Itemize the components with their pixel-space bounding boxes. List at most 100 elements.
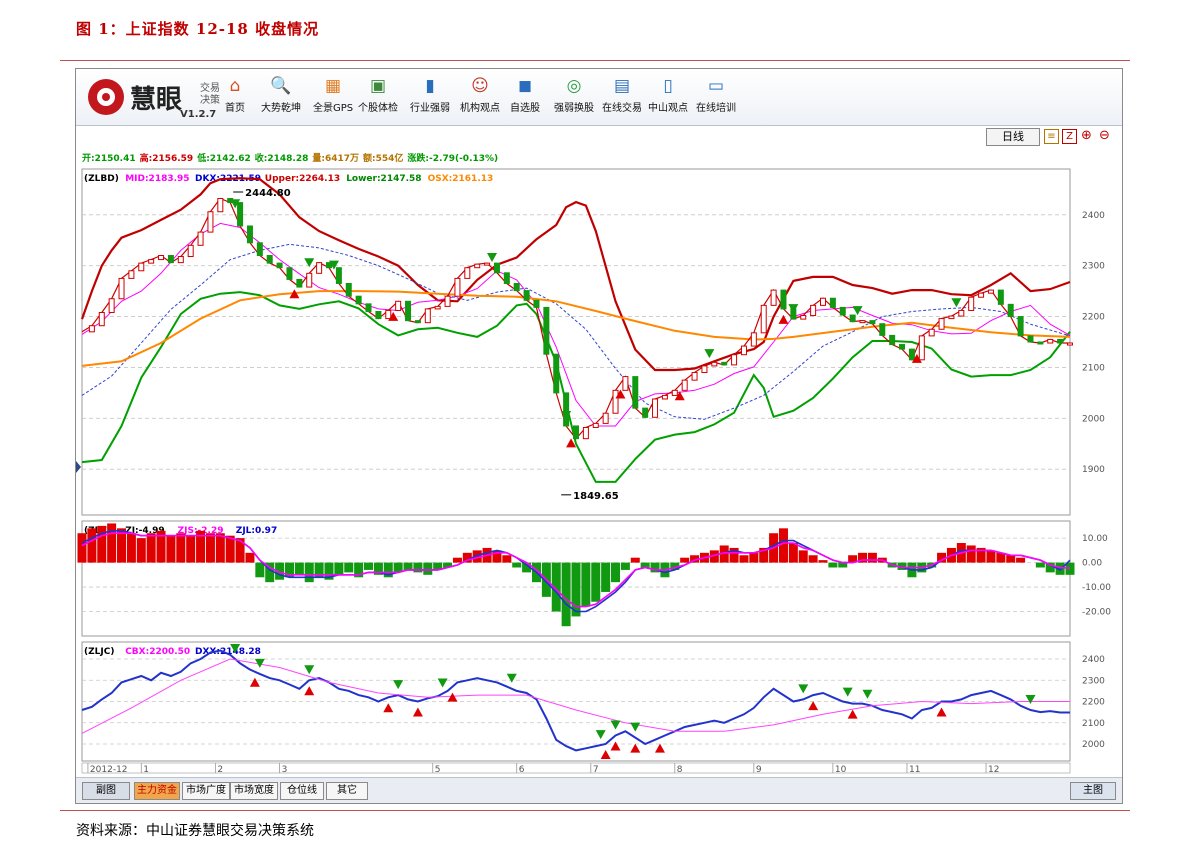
toolbar-item-0[interactable]: ⌂ 首页 bbox=[224, 75, 246, 114]
y-tick-label: 2000 bbox=[1082, 414, 1105, 424]
chart-area[interactable]: 1900 2000 2100 2200 2300 2400 (ZLBD) MID:2183.9… bbox=[76, 165, 1122, 799]
legend-entry: CBX:2200.50 bbox=[125, 647, 190, 657]
main-chart-button[interactable]: 主图 bbox=[1070, 782, 1116, 800]
zj-bar bbox=[452, 557, 462, 563]
candle bbox=[256, 242, 263, 256]
zj-bar bbox=[403, 562, 413, 570]
candle bbox=[780, 289, 787, 310]
zoom-reset-icon[interactable]: Z bbox=[1062, 129, 1077, 144]
bottom-tab-1[interactable]: 主力资金 bbox=[134, 782, 180, 800]
bottom-tab-5[interactable]: 其它 bbox=[326, 782, 368, 800]
legend-entry: Lower:2147.58 bbox=[346, 174, 421, 184]
zj-bar bbox=[77, 533, 87, 563]
legend-entry: OSX:2161.13 bbox=[428, 174, 494, 184]
legend-entry: MID:2183.95 bbox=[125, 174, 189, 184]
candle bbox=[414, 320, 421, 324]
x-tick-label: 10 bbox=[835, 765, 847, 775]
candle bbox=[829, 297, 836, 308]
candle bbox=[582, 426, 589, 440]
x-tick-label: 9 bbox=[756, 765, 762, 775]
zj-bar bbox=[1006, 555, 1016, 563]
candle bbox=[553, 353, 560, 394]
candle bbox=[365, 303, 372, 312]
candle bbox=[968, 296, 975, 311]
zj-bar bbox=[749, 552, 759, 563]
candle bbox=[355, 295, 362, 305]
zoom-out-icon[interactable]: ⊖ bbox=[1098, 129, 1111, 142]
candle bbox=[671, 389, 678, 396]
candle bbox=[296, 278, 303, 288]
zj-bar bbox=[97, 525, 107, 563]
ohlc-value: 高:2156.59 bbox=[139, 154, 194, 164]
indicator-list-icon[interactable]: ≡ bbox=[1044, 129, 1059, 144]
zj-bar bbox=[304, 562, 314, 583]
candle bbox=[493, 262, 500, 274]
zoom-in-icon[interactable]: ⊕ bbox=[1080, 129, 1093, 142]
zj-bar bbox=[739, 555, 749, 563]
candle bbox=[207, 211, 214, 233]
candle bbox=[543, 306, 550, 355]
candle bbox=[701, 365, 708, 374]
toolbar-item-6[interactable]: ◼ 自选股 bbox=[510, 75, 540, 114]
document-icon: ▯ bbox=[663, 76, 673, 96]
candle bbox=[889, 334, 896, 346]
zj-bar bbox=[561, 562, 571, 627]
period-day-button[interactable]: 日线 bbox=[986, 128, 1040, 146]
x-tick-label: 2012-12 bbox=[90, 765, 128, 775]
bottom-tab-3[interactable]: 市场宽度 bbox=[230, 782, 278, 800]
candle bbox=[632, 376, 639, 409]
candle bbox=[405, 300, 412, 322]
candle bbox=[899, 344, 906, 350]
zj-bar bbox=[630, 557, 640, 563]
grid-icon: ▦ bbox=[325, 76, 342, 96]
y-tick-label: 2300 bbox=[1082, 262, 1105, 272]
candle bbox=[997, 289, 1004, 305]
candle bbox=[167, 255, 174, 264]
candle bbox=[879, 323, 886, 336]
toolbar-item-9[interactable]: ▯ 中山观点 bbox=[648, 75, 688, 114]
toolbar-item-2[interactable]: ▦ 全景GPS bbox=[313, 75, 353, 114]
toolbar-item-3[interactable]: ▣ 个股体检 bbox=[358, 75, 398, 114]
candle bbox=[760, 304, 767, 334]
zj-bar bbox=[611, 562, 621, 583]
zj-bar bbox=[413, 562, 423, 573]
bottom-tab-2[interactable]: 市场广度 bbox=[182, 782, 230, 800]
y-tick-label: -20.00 bbox=[1082, 608, 1111, 618]
zj-bar bbox=[512, 562, 522, 568]
x-tick-label: 3 bbox=[282, 765, 288, 775]
y-tick-label: 2400 bbox=[1082, 655, 1105, 665]
bottom-rule bbox=[60, 810, 1130, 811]
zj-bar bbox=[87, 528, 97, 563]
candle bbox=[839, 306, 846, 316]
bottom-tab-0[interactable]: 副图 bbox=[82, 782, 130, 800]
candle bbox=[158, 255, 165, 261]
expand-arrow-icon[interactable] bbox=[76, 461, 81, 473]
candle bbox=[266, 255, 273, 264]
logo-subtitle: 交易决策 bbox=[200, 83, 220, 106]
ohlc-value: 涨跌:-2.79(-0.13%) bbox=[407, 154, 499, 164]
bottom-tab-4[interactable]: 仓位线 bbox=[280, 782, 324, 800]
candle bbox=[642, 407, 649, 418]
toolbar-item-5[interactable]: ☺ 机构观点 bbox=[460, 75, 500, 114]
y-tick-label: 10.00 bbox=[1082, 534, 1108, 544]
toolbar-item-4[interactable]: ▮ 行业强弱 bbox=[410, 75, 450, 114]
toolbar-item-7[interactable]: ◎ 强弱换股 bbox=[554, 75, 594, 114]
ohlc-value: 低:2142.62 bbox=[197, 154, 251, 164]
candle bbox=[138, 262, 145, 272]
toolbar-item-1[interactable]: 🔍 大势乾坤 bbox=[261, 75, 301, 114]
zj-bar bbox=[334, 562, 344, 575]
annotation-label: 1849.65 bbox=[573, 491, 619, 502]
candle bbox=[88, 325, 95, 333]
eye-logo-icon bbox=[88, 79, 124, 115]
bottom-tab-bar: 副图 主力资金 市场广度 市场宽度 仓位线 其它 主图 bbox=[76, 777, 1122, 803]
candle bbox=[810, 304, 817, 317]
ohlc-readout: 开:2150.41 高:2156.59 低:2142.62 收:2148.28 量:64… bbox=[82, 151, 502, 164]
zj-bar bbox=[818, 560, 828, 563]
zj-bar bbox=[581, 562, 591, 607]
toolbar-item-10[interactable]: ▭ 在线培训 bbox=[696, 75, 736, 114]
candle bbox=[1007, 303, 1014, 318]
toolbar-item-8[interactable]: ▤ 在线交易 bbox=[602, 75, 642, 114]
panel-title: (ZLJC) bbox=[84, 647, 114, 657]
candle bbox=[1037, 341, 1044, 345]
candle bbox=[928, 328, 935, 337]
